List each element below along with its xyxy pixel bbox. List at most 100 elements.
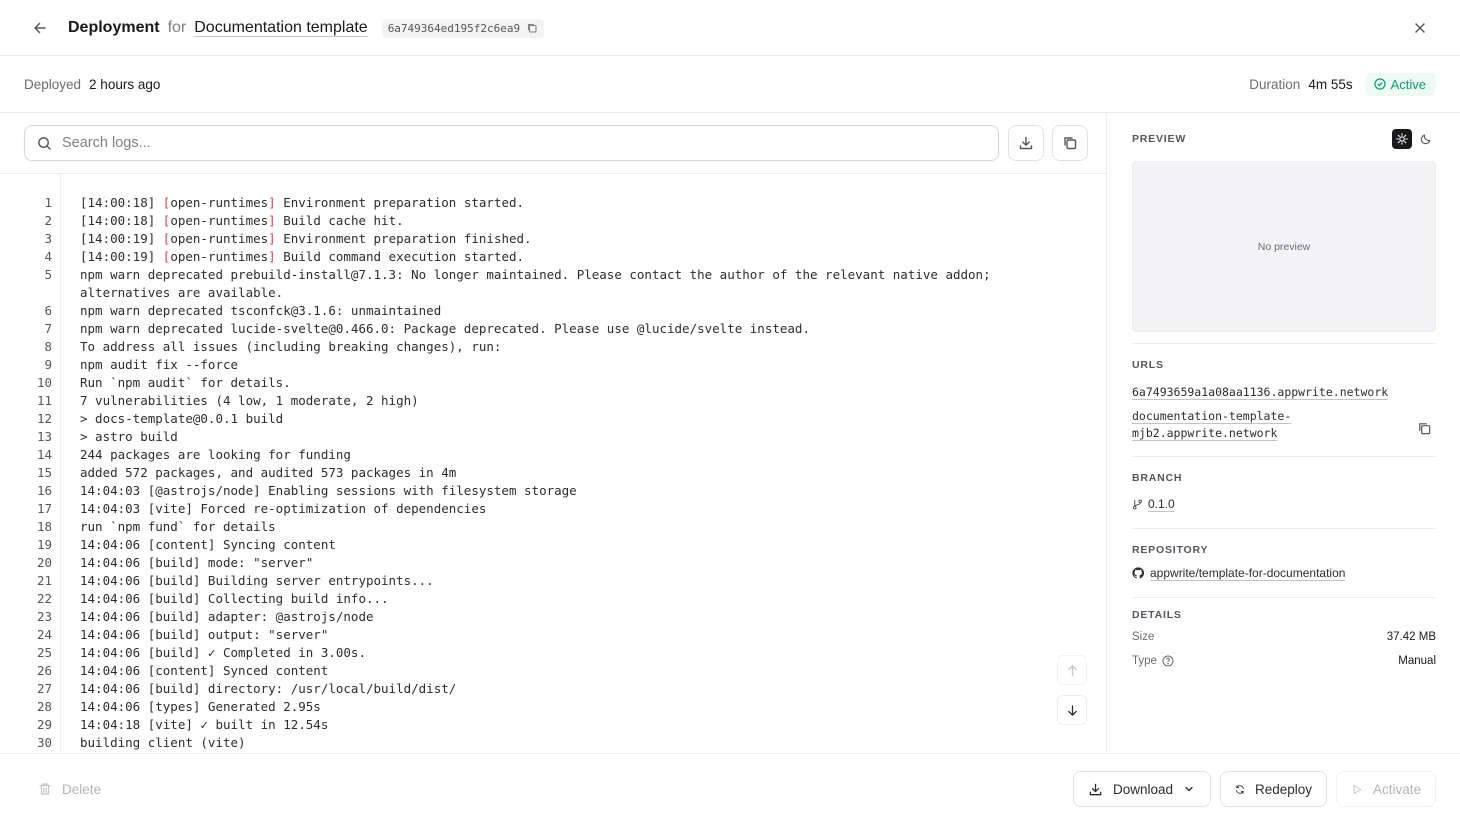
log-line: 25 14:04:06 [build] ✓ Completed in 3.00s. [0, 644, 1106, 662]
search-icon [38, 136, 51, 150]
log-text: [14:00:18] [open-runtimes] Environment p… [52, 194, 1078, 212]
no-preview-text: No preview [1257, 240, 1311, 253]
page-header: Deployment for Documentation template 6a… [0, 0, 1460, 56]
log-text: 14:04:06 [content] Synced content [80, 663, 329, 678]
duration-info: Duration 4m 55s Active [1249, 56, 1436, 112]
url-link-2[interactable]: documentation-template- mjb2.appwrite.ne… [1132, 408, 1291, 442]
help-circle-icon[interactable] [1162, 655, 1174, 667]
log-text: 14:04:06 [build] directory: /usr/local/b… [80, 681, 457, 696]
line-number: 28 [36, 699, 52, 714]
log-source: open-runtimes [170, 231, 269, 246]
log-text: 7 vulnerabilities (4 low, 1 moderate, 2 … [80, 393, 419, 408]
log-source: open-runtimes [170, 249, 269, 264]
log-line: 11 7 vulnerabilities (4 low, 1 moderate, … [0, 392, 1106, 410]
activate-button[interactable]: Activate [1336, 771, 1436, 807]
log-line: 29 14:04:18 [vite] ✓ built in 12.54s [0, 716, 1106, 734]
log-text: npm warn deprecated lucide-svelte@0.466.… [80, 321, 810, 336]
line-number: 25 [36, 645, 52, 660]
line-number: 23 [36, 609, 52, 624]
log-line: 7 npm warn deprecated lucide-svelte@0.466… [0, 320, 1106, 338]
line-number: 16 [36, 483, 52, 498]
download-button[interactable]: Download [1073, 771, 1211, 807]
urls-label: URLS [1132, 359, 1164, 371]
url-link-2-part-1: documentation-template- [1132, 409, 1292, 423]
action-footer: Delete Download Redeploy Activate [0, 753, 1460, 822]
log-line: 12 > docs-template@0.0.1 build [0, 410, 1106, 428]
search-box[interactable] [24, 125, 999, 161]
log-text: 14:04:06 [build] mode: "server" [80, 555, 314, 570]
log-text: > docs-template@0.0.1 build [80, 411, 284, 426]
bracket-close: ] [268, 249, 276, 264]
log-line: 20 14:04:06 [build] mode: "server" [0, 554, 1106, 572]
close-button[interactable] [1408, 16, 1432, 40]
project-link[interactable]: Documentation template [194, 19, 367, 37]
delete-button[interactable]: Delete [24, 771, 116, 807]
scroll-to-bottom-button[interactable] [1057, 695, 1087, 725]
log-text: added 572 packages, and audited 573 pack… [80, 465, 457, 480]
deployed-info: Deployed 2 hours ago [24, 56, 160, 112]
url-link-1[interactable]: 6a7493659a1a08aa1136.appwrite.network [1132, 384, 1388, 401]
download-icon [1089, 783, 1102, 795]
line-number: 3 [44, 231, 52, 246]
chevron-down-icon[interactable] [1183, 783, 1195, 795]
branch-label: BRANCH [1132, 472, 1183, 484]
divider [1132, 597, 1436, 598]
copy-icon[interactable] [526, 22, 538, 34]
divider [1132, 456, 1436, 457]
size-row: Size 37.42 MB [1132, 631, 1436, 643]
back-button[interactable] [28, 16, 52, 40]
log-text: building client (vite) [80, 735, 246, 750]
line-number: 17 [36, 501, 52, 516]
log-text: 14:04:03 [vite] Forced re-optimization o… [80, 501, 487, 516]
log-text: 14:04:06 [types] Generated 2.95s [80, 699, 321, 714]
scroll-to-top-button[interactable] [1057, 655, 1087, 685]
line-number: 7 [44, 321, 52, 336]
repository-link[interactable]: appwrite/template-for-documentation [1150, 566, 1345, 580]
light-theme-button[interactable] [1392, 129, 1412, 149]
line-number: 29 [36, 717, 52, 732]
duration-value: 4m 55s [1308, 76, 1353, 92]
log-line: 13 > astro build [0, 428, 1106, 446]
arrow-up-icon [1067, 664, 1077, 676]
log-text: [14:00:18] [open-runtimes] Build cache h… [52, 212, 1078, 230]
log-line: 23 14:04:06 [build] adapter: @astrojs/nod… [0, 608, 1106, 626]
log-text: 14:04:06 [build] Collecting build info..… [80, 591, 389, 606]
log-text: 14:04:06 [build] Building server entrypo… [80, 573, 434, 588]
copy-logs-button[interactable] [1052, 125, 1088, 161]
search-logs-input[interactable] [62, 135, 962, 151]
status-badge: Active [1364, 72, 1436, 96]
redeploy-label: Redeploy [1254, 781, 1312, 797]
refresh-icon [1236, 784, 1244, 794]
github-icon [1132, 567, 1144, 579]
line-number: 13 [36, 429, 52, 444]
repository-label: REPOSITORY [1132, 544, 1209, 556]
line-number: 14 [36, 447, 52, 462]
theme-toggle [1392, 129, 1436, 149]
log-line: 2 [14:00:18] [open-runtimes] Build cache … [0, 212, 1106, 230]
log-line: 27 14:04:06 [build] directory: /usr/local… [0, 680, 1106, 698]
log-text: [14:00:19] [open-runtimes] Environment p… [52, 230, 1078, 248]
log-line: 4 [14:00:19] [open-runtimes] Build comman… [0, 248, 1106, 266]
log-line: 16 14:04:03 [@astrojs/node] Enabling sess… [0, 482, 1106, 500]
log-output: 1 [14:00:18] [open-runtimes] Environment … [0, 194, 1106, 752]
line-number: 12 [36, 411, 52, 426]
deployment-id-tag[interactable]: 6a749364ed195f2c6ea9 [381, 18, 545, 38]
log-message: Build cache hit. [275, 213, 404, 228]
log-text: npm warn deprecated prebuild-install@7.1… [80, 267, 999, 300]
download-logs-button[interactable] [1008, 125, 1044, 161]
line-number: 5 [44, 267, 52, 282]
log-line: 18 run `npm fund` for details [0, 518, 1106, 536]
size-value: 37.42 MB [1386, 631, 1436, 643]
redeploy-button[interactable]: Redeploy [1220, 771, 1327, 807]
log-text: 14:04:06 [content] Syncing content [80, 537, 336, 552]
deployed-label: Deployed [24, 76, 82, 92]
branch-link[interactable]: 0.1.0 [1148, 497, 1175, 511]
type-value: Manual [1398, 655, 1436, 667]
dark-theme-button[interactable] [1416, 129, 1436, 149]
size-label: Size [1132, 631, 1155, 643]
trash-icon [39, 783, 51, 795]
log-text: To address all issues (including breakin… [80, 339, 502, 354]
copy-url-button[interactable] [1414, 418, 1434, 438]
log-line: 24 14:04:06 [build] output: "server" [0, 626, 1106, 644]
copy-icon [1064, 137, 1077, 150]
